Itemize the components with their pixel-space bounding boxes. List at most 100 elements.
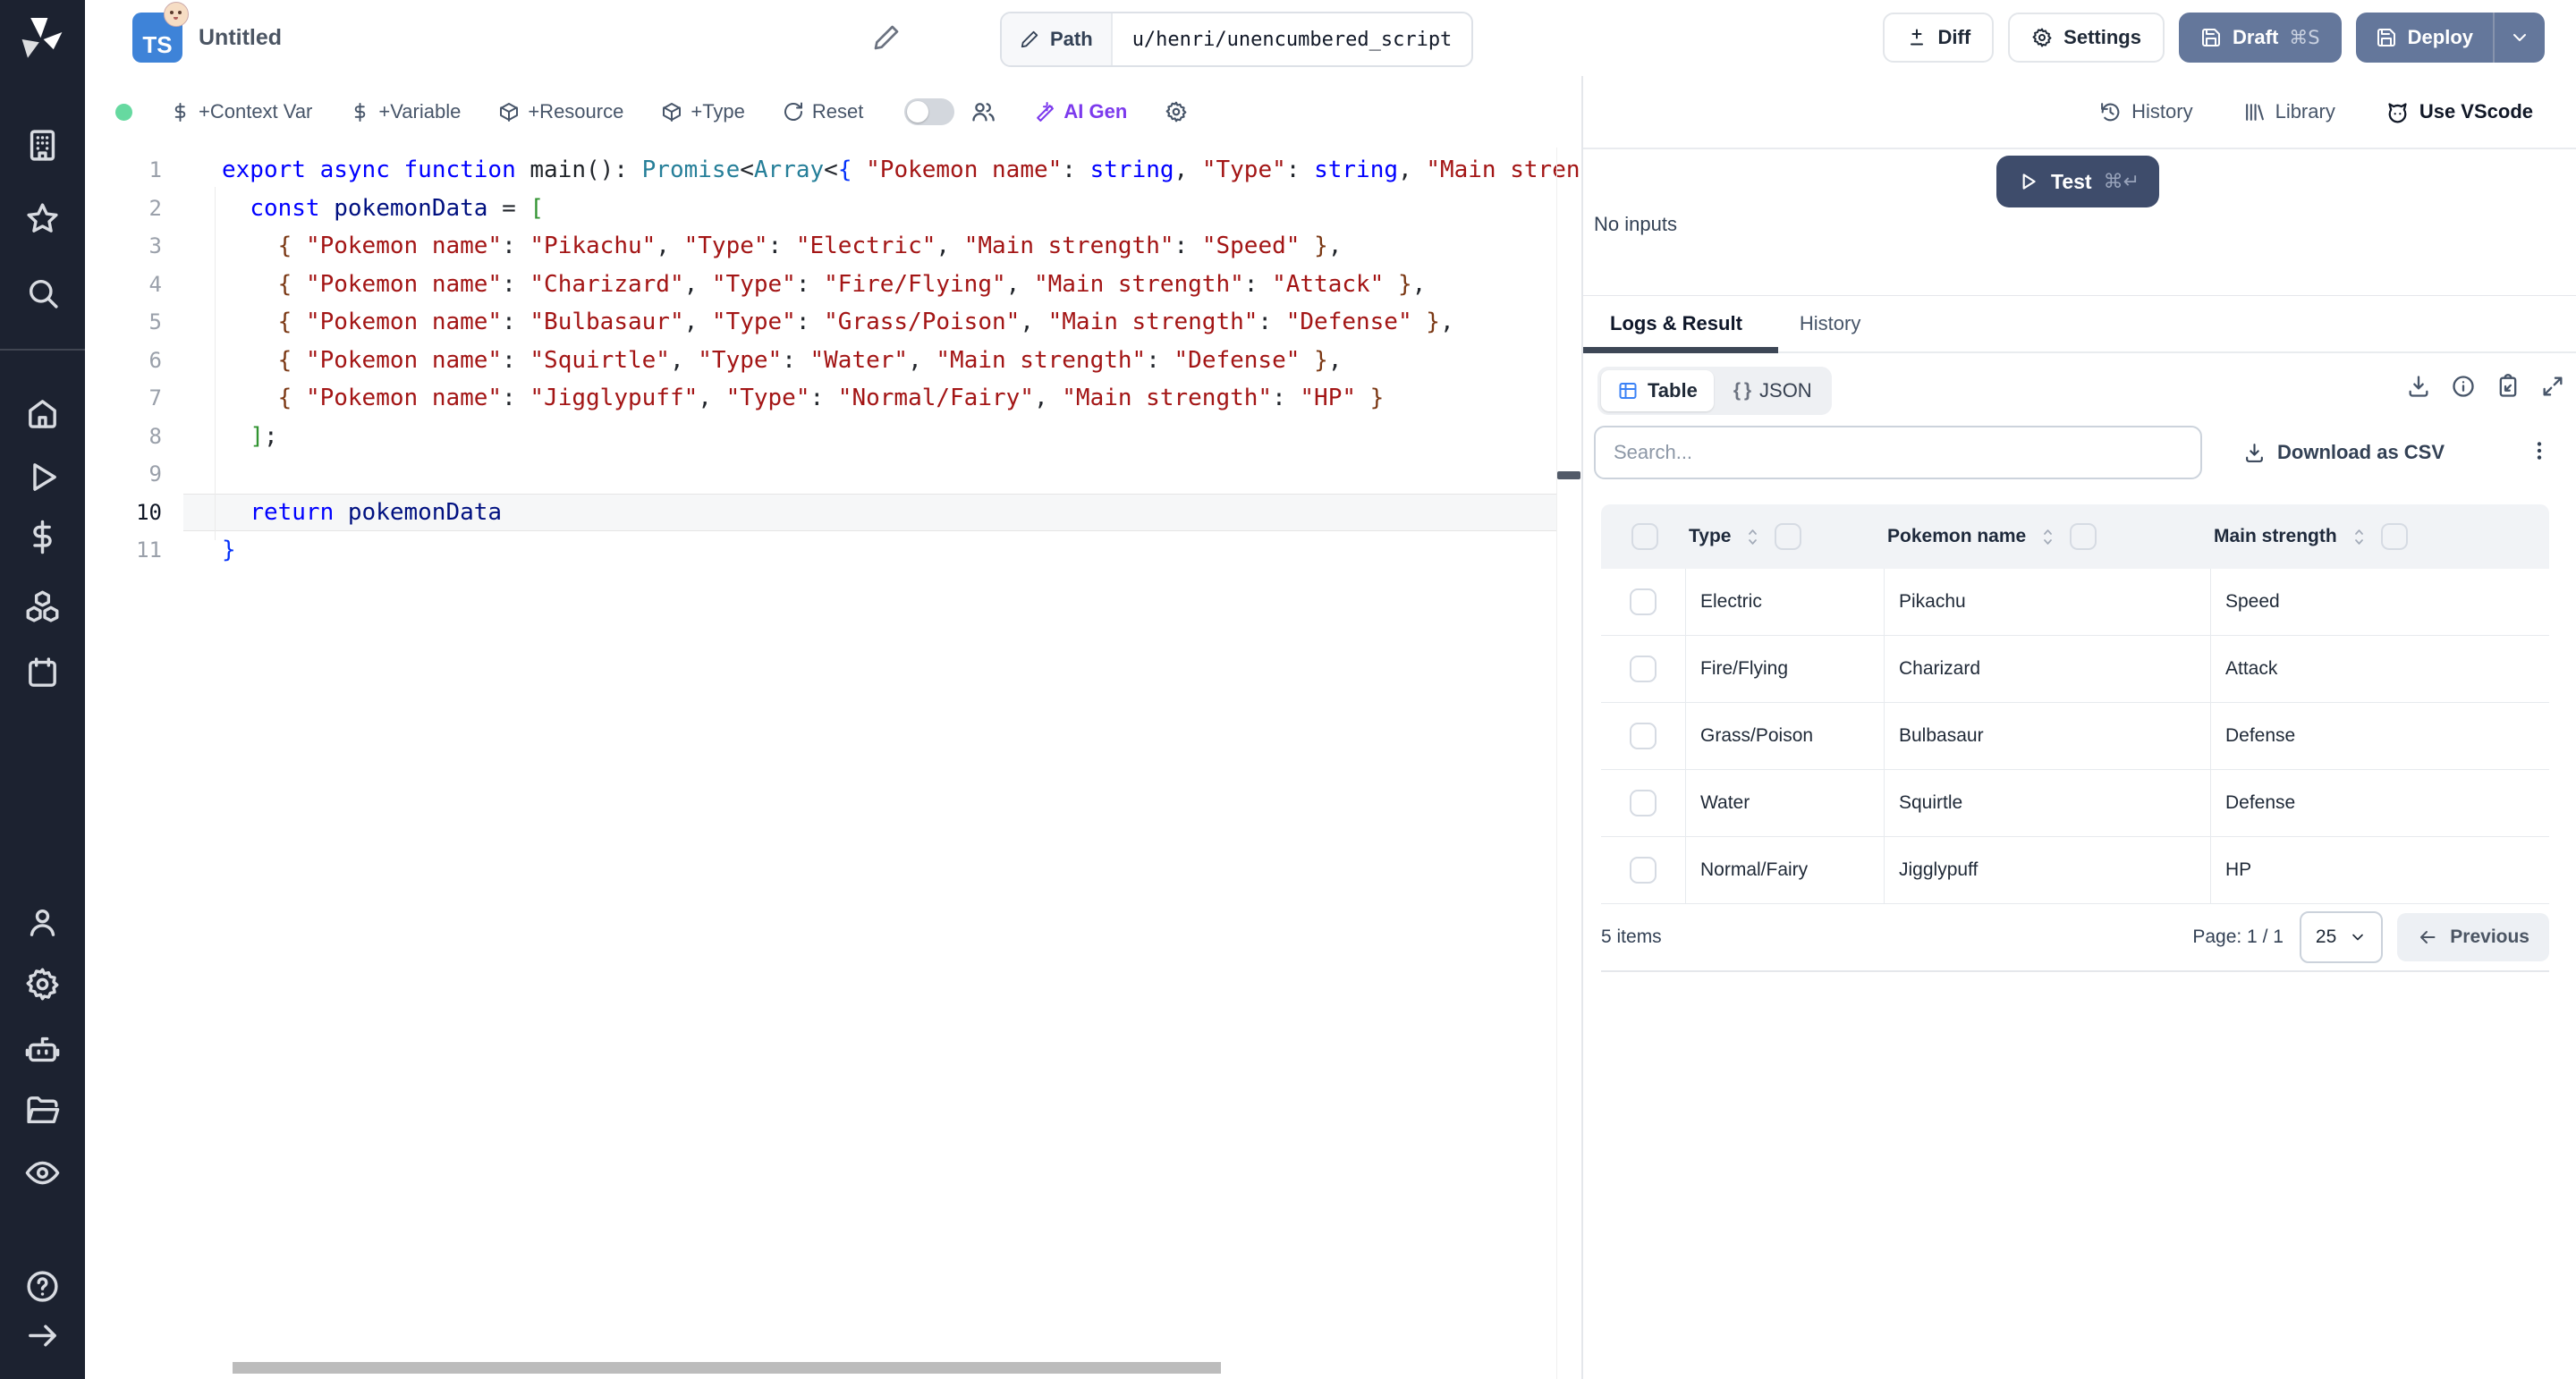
table-row[interactable]: WaterSquirtleDefense [1601,770,2549,837]
clipboard-copy-icon[interactable] [2496,374,2521,399]
runs-play-icon[interactable] [24,459,61,495]
diff-button[interactable]: Diff [1883,13,1995,63]
reset-button[interactable]: Reset [783,100,863,123]
sort-icon[interactable] [2038,528,2057,546]
table-cell: Squirtle [1884,770,2210,836]
top-bar: TS Untitled Path u/henri/unencumbered_sc… [85,0,2576,77]
emoji-sticker [164,2,189,27]
audit-eye-icon[interactable] [24,1155,61,1191]
test-button[interactable]: Test ⌘↵ [1996,156,2159,207]
editor-horizontal-scrollbar[interactable] [233,1362,1221,1374]
table-row[interactable]: Grass/PoisonBulbasaurDefense [1601,703,2549,770]
more-options-icon[interactable] [2528,439,2551,467]
resources-boxes-icon[interactable] [24,588,61,625]
column-header-pokemon-name[interactable]: Pokemon name [1884,523,2210,550]
editor-settings-gear-icon[interactable] [1165,100,1188,123]
table-cell: Grass/Poison [1685,703,1884,769]
windmill-logo[interactable] [13,11,71,68]
code-line[interactable]: return pokemonData [183,494,1556,532]
schedules-calendar-icon[interactable] [24,655,61,691]
table-row[interactable]: ElectricPikachuSpeed [1601,569,2549,636]
favorites-star-icon[interactable] [24,200,61,237]
table-header: Type Pokemon name Main strength [1601,504,2549,569]
search-icon[interactable] [24,275,61,311]
code-line[interactable]: { "Pokemon name": "Charizard", "Type": "… [183,266,1556,304]
add-type-button[interactable]: +Type [661,100,745,123]
page-indicator: Page: 1 / 1 [2192,926,2284,948]
add-variable-button[interactable]: +Variable [350,100,461,123]
home-icon[interactable] [24,395,61,432]
deploy-dropdown[interactable] [2495,13,2545,63]
path-field[interactable]: Path u/henri/unencumbered_script [1000,12,1473,67]
row-checkbox[interactable] [1630,857,1657,884]
column-header-type[interactable]: Type [1685,523,1884,550]
select-all-checkbox[interactable] [1631,523,1658,550]
windmill-script-editor: TS Untitled Path u/henri/unencumbered_sc… [0,0,2576,1379]
code-line[interactable]: { "Pokemon name": "Jigglypuff", "Type": … [183,379,1556,418]
row-checkbox[interactable] [1630,723,1657,749]
folders-icon[interactable] [24,1092,61,1129]
code-line[interactable]: ]; [183,418,1556,456]
settings-gear-icon[interactable] [24,966,61,1003]
workers-robot-icon[interactable] [24,1031,61,1068]
code-line[interactable]: { "Pokemon name": "Pikachu", "Type": "El… [183,227,1556,266]
workspace-building-icon[interactable] [24,127,61,164]
sort-icon[interactable] [2350,528,2368,546]
variables-dollar-icon[interactable] [24,519,61,555]
table-row[interactable]: Normal/FairyJigglypuffHP [1601,837,2549,904]
column-filter-checkbox[interactable] [1775,523,1801,550]
toolbar-right: History Library Use VScode [2099,100,2576,124]
add-context-var-button[interactable]: +Context Var [170,100,312,123]
column-filter-checkbox[interactable] [2381,523,2408,550]
items-count: 5 items [1601,926,1662,948]
refresh-icon [783,101,804,123]
maximize-icon[interactable] [2540,374,2565,399]
tab-history[interactable]: History [1787,312,1873,335]
page-size-select[interactable]: 25 [2300,911,2383,963]
editor-scrollbar-track [1556,148,1557,1379]
download-csv-button[interactable]: Download as CSV [2243,441,2445,464]
code-line[interactable]: } [183,531,1556,570]
tab-logs-and-result[interactable]: Logs & Result [1597,312,1755,335]
library-button[interactable]: Library [2243,100,2335,123]
search-input[interactable] [1594,426,2202,479]
user-icon[interactable] [24,904,61,941]
download-icon[interactable] [2406,374,2431,399]
help-icon[interactable] [24,1268,61,1305]
multiplayer-toggle[interactable] [904,98,954,125]
code-content[interactable]: export async function main(): Promise<Ar… [183,151,1556,570]
code-line[interactable]: export async function main(): Promise<Ar… [183,151,1556,190]
code-line[interactable]: { "Pokemon name": "Bulbasaur", "Type": "… [183,303,1556,342]
draft-button[interactable]: Draft ⌘S [2179,13,2342,63]
add-resource-button[interactable]: +Resource [498,100,623,123]
info-icon[interactable] [2451,374,2476,399]
panel-divider[interactable] [1581,76,1583,1379]
dollar-icon [350,102,370,123]
row-checkbox[interactable] [1630,790,1657,816]
ai-gen-button[interactable]: AI Gen [1033,100,1127,123]
code-line[interactable]: { "Pokemon name": "Squirtle", "Type": "W… [183,342,1556,380]
history-button[interactable]: History [2099,100,2192,123]
multiplayer-users-icon [970,99,996,124]
code-line[interactable]: const pokemonData = [ [183,190,1556,228]
view-json-button[interactable]: { } JSON [1717,370,1828,411]
expand-arrow-icon[interactable] [24,1317,61,1354]
sort-icon[interactable] [1743,528,1762,546]
indent-guide [215,187,216,540]
column-filter-checkbox[interactable] [2070,523,2097,550]
chevron-down-icon [2349,928,2367,946]
edit-title-pencil-icon[interactable] [872,23,901,52]
no-inputs-label: No inputs [1594,213,1677,236]
table-row[interactable]: Fire/FlyingCharizardAttack [1601,636,2549,703]
deploy-button[interactable]: Deploy [2356,13,2493,63]
code-editor[interactable]: 1234567891011 export async function main… [85,148,1581,1379]
code-line[interactable] [183,455,1556,494]
row-checkbox[interactable] [1630,588,1657,615]
settings-button[interactable]: Settings [2008,13,2165,63]
pencil-icon [1020,30,1039,49]
column-header-main-strength[interactable]: Main strength [2210,523,2549,550]
row-checkbox[interactable] [1630,656,1657,682]
previous-page-button[interactable]: Previous [2397,913,2549,961]
view-table-button[interactable]: Table [1601,370,1714,411]
use-vscode-button[interactable]: Use VScode [2385,100,2533,124]
